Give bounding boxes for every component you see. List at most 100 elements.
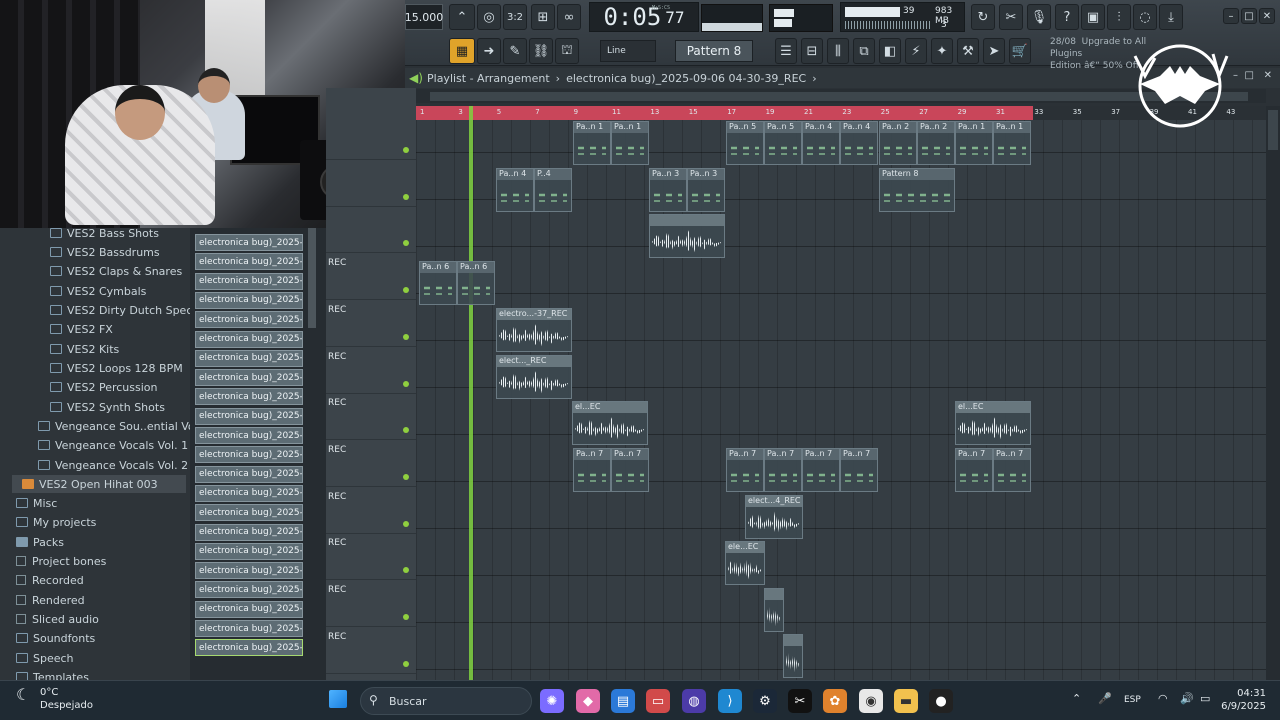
browser-item[interactable]: Vengeance Vocals Vol. 2 (38, 456, 188, 474)
snap-select[interactable]: Line (600, 40, 656, 62)
tools-icon[interactable]: ✦ (931, 38, 953, 64)
browser-item[interactable]: VES2 Percussion (50, 378, 157, 396)
recorded-file-item[interactable]: electronica bug)_2025-09... (195, 330, 303, 348)
pl-close-icon[interactable]: ✕ (1264, 70, 1272, 81)
pattern-clip[interactable]: Pa..n 2 (879, 121, 917, 165)
metronome-icon[interactable]: ⌃ (449, 4, 475, 30)
stamp-tool-icon[interactable]: ⛫ (555, 38, 579, 64)
vscode-icon[interactable]: ⟩ (718, 689, 742, 713)
track-mute-led[interactable] (403, 193, 409, 200)
project-icon[interactable]: ◧ (879, 38, 901, 64)
browser-item[interactable]: Misc (16, 494, 57, 512)
loop-record-icon[interactable]: ∞ (557, 4, 581, 30)
track-mute-led[interactable] (403, 240, 409, 247)
playhead[interactable] (469, 106, 473, 680)
wrench-icon[interactable]: ⚒ (957, 38, 979, 64)
browser-item[interactable]: Vengeance Sou..ential Vol. 1 (38, 417, 212, 435)
pattern-clip[interactable]: Pa..n 5 (764, 121, 802, 165)
fl-studio-icon[interactable]: ✿ (823, 689, 847, 713)
loop-region[interactable] (416, 106, 1033, 120)
recorded-file-item[interactable]: electronica bug)_2025-09... (195, 484, 303, 502)
browser-item[interactable]: VES2 Synth Shots (50, 398, 165, 416)
track-mute-led[interactable] (403, 473, 409, 480)
recorded-file-item[interactable]: electronica bug)_2025-09... (195, 388, 303, 406)
audio-clip[interactable]: ele...EC (725, 541, 765, 585)
recorded-file-item[interactable]: electronica bug)_2025-09... (195, 272, 303, 290)
recorded-file-item[interactable]: electronica bug)_2025-09... (195, 562, 303, 580)
recorded-file-item[interactable]: electronica bug)_2025-09... (195, 349, 303, 367)
track-header[interactable]: REC (326, 394, 416, 441)
browser-item[interactable]: Soundfonts (16, 629, 95, 647)
pattern-clip[interactable]: Pa..n 6 (419, 261, 457, 305)
pattern-clip[interactable]: Pattern 8 (879, 168, 955, 212)
browser-item[interactable]: Speech (16, 649, 74, 667)
mixer-icon[interactable]: ⫶ (1107, 4, 1131, 30)
browser-icon[interactable]: ⧉ (853, 38, 875, 64)
capcut-icon[interactable]: ✂ (788, 689, 812, 713)
browser-item[interactable]: VES2 Dirty Dutch Special (50, 301, 205, 319)
browser-item[interactable]: Project bones (16, 552, 106, 570)
link-tool-icon[interactable]: ⛓ (529, 38, 553, 64)
pattern-clip[interactable]: Pa..n 7 (955, 448, 993, 492)
browser-item[interactable]: My projects (16, 513, 96, 531)
track-mute-led[interactable] (403, 614, 409, 620)
pattern-clip[interactable]: P..4 (534, 168, 572, 212)
pattern-clip[interactable]: Pa..n 7 (611, 448, 649, 492)
browser-item[interactable]: VES2 Bass Shots (50, 224, 159, 242)
minimize-icon[interactable]: – (1223, 8, 1239, 24)
pencil-tool-icon[interactable]: ✎ (503, 38, 527, 64)
audio-clip[interactable]: electro...-37_REC (496, 308, 572, 352)
track-mute-led[interactable] (403, 427, 409, 434)
master-volume-meter[interactable] (769, 4, 833, 32)
download-icon[interactable]: ⤓ (1159, 4, 1183, 30)
pattern-clip[interactable]: Pa..n 3 (687, 168, 725, 212)
recorded-file-item[interactable]: electronica bug)_2025-09... (195, 581, 303, 599)
search-box[interactable]: ⚲ Buscar (360, 687, 532, 715)
cart-icon[interactable]: 🛒 (1009, 38, 1031, 64)
pattern-clip[interactable]: Pa..n 1 (993, 121, 1031, 165)
track-mute-led[interactable] (403, 333, 409, 340)
weather-widget[interactable]: ☾ 0°C Despejado (16, 686, 93, 712)
recorded-file-item[interactable]: electronica bug)_2025-09... (195, 504, 303, 522)
audio-clip[interactable]: elect..._REC (496, 355, 572, 399)
save-icon[interactable]: ▣ (1081, 4, 1105, 30)
pattern-clip[interactable]: Pa..n 7 (726, 448, 764, 492)
browser-item[interactable]: Sliced audio (16, 610, 99, 628)
piano-roll-icon[interactable]: ▦ (449, 38, 475, 64)
file-list-scrollbar[interactable] (308, 228, 316, 328)
pattern-clip[interactable]: Pa..n 1 (611, 121, 649, 165)
track-mute-led[interactable] (403, 567, 409, 574)
pattern-clip[interactable]: Pa..n 7 (840, 448, 878, 492)
track-header[interactable]: REC (326, 301, 416, 347)
steam-icon[interactable]: ⚙ (753, 689, 777, 713)
recorded-file-item[interactable]: electronica bug)_2025-09... (195, 600, 303, 618)
explorer-icon[interactable]: ▬ (894, 689, 918, 713)
app-icon[interactable]: ◆ (576, 689, 600, 713)
playlist-icon[interactable]: ☰ (775, 38, 797, 64)
store-icon[interactable]: ▤ (611, 689, 635, 713)
battery-icon[interactable]: ▭ (1200, 692, 1210, 705)
browser-item[interactable]: Packs (16, 533, 64, 551)
pattern-clip[interactable]: Pa..n 7 (764, 448, 802, 492)
track-mute-led[interactable] (403, 660, 409, 667)
pattern-clip[interactable]: Pa..n 3 (649, 168, 687, 212)
tray-chevron-icon[interactable]: ⌃ (1072, 692, 1081, 705)
pattern-clip[interactable]: Pa..n 7 (573, 448, 611, 492)
track-header[interactable]: REC (326, 441, 416, 487)
track-header[interactable] (326, 207, 416, 254)
pattern-clip[interactable]: Pa..n 4 (802, 121, 840, 165)
clock[interactable]: 04:31 6/9/2025 (1218, 687, 1266, 713)
audio-clip[interactable] (764, 588, 784, 632)
recorded-file-item[interactable]: electronica bug)_2025-09... (195, 291, 303, 309)
pattern-clip[interactable]: Pa..n 1 (573, 121, 611, 165)
browser-item[interactable]: VES2 Bassdrums (50, 243, 160, 261)
vertical-scrollbar[interactable] (1266, 106, 1280, 680)
language-indicator[interactable]: ESP (1124, 695, 1141, 705)
track-header[interactable]: REC (326, 628, 416, 674)
track-mute-led[interactable] (403, 380, 409, 387)
pattern-clip[interactable]: Pa..n 1 (955, 121, 993, 165)
pattern-clip[interactable]: Pa..n 4 (840, 121, 878, 165)
send-icon[interactable]: ➤ (983, 38, 1005, 64)
track-header[interactable]: REC (326, 534, 416, 581)
speaker-icon[interactable]: ◀) (409, 71, 423, 85)
